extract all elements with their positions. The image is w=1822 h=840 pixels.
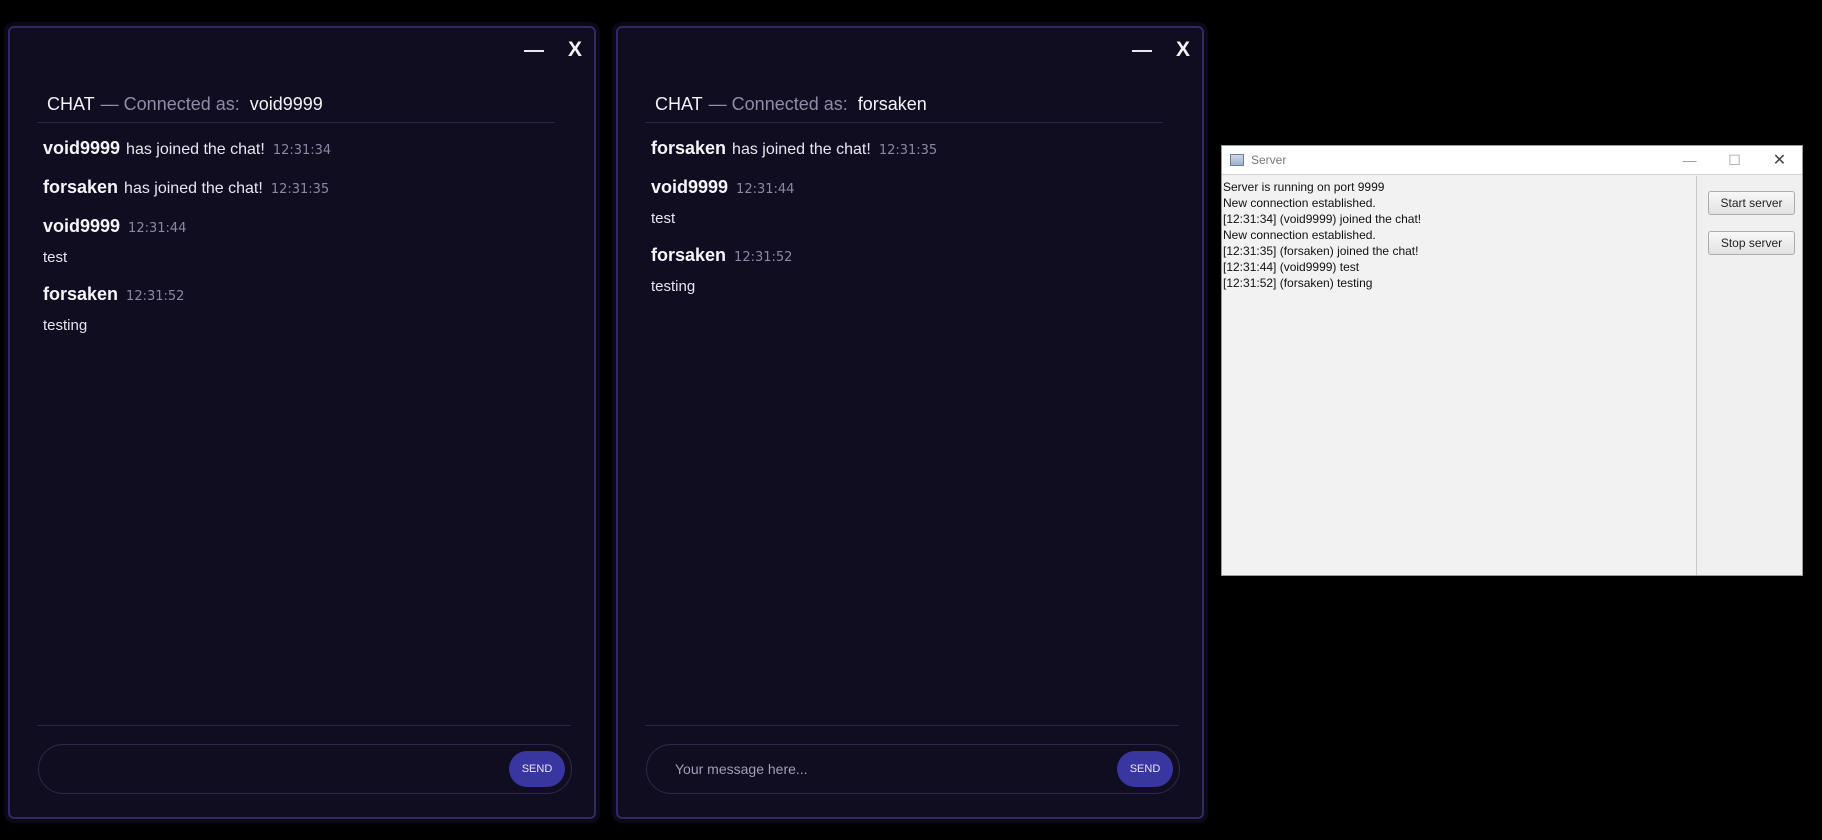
message-item: forsaken 12:31:52 testing [651, 245, 1151, 295]
message-time: 12:31:52 [734, 250, 793, 265]
message-body: test [43, 249, 68, 266]
server-window: Server — ☐ ✕ Server is running on port 9… [1221, 145, 1803, 576]
message-user: void9999 [43, 138, 121, 158]
message-composer: SEND [646, 744, 1180, 794]
log-line: [12:31:35] (forsaken) joined the chat! [1223, 244, 1419, 258]
message-user: forsaken [651, 245, 727, 265]
server-log[interactable]: Server is running on port 9999 New conne… [1222, 176, 1697, 575]
log-line: [12:31:52] (forsaken) testing [1223, 276, 1373, 290]
divider [645, 725, 1179, 726]
message-item: void9999 has joined the chat! 12:31:34 [43, 138, 543, 159]
message-user: void9999 [651, 177, 729, 197]
message-item: void9999 12:31:44 test [651, 177, 1151, 227]
message-user: forsaken [43, 177, 119, 197]
message-time: 12:31:44 [128, 221, 187, 236]
message-user: forsaken [43, 284, 119, 304]
stop-server-button[interactable]: Stop server [1708, 231, 1795, 255]
send-button[interactable]: SEND [509, 751, 565, 787]
log-line: New connection established. [1223, 228, 1376, 242]
message-item: void9999 12:31:44 test [43, 216, 543, 266]
message-system-text: has joined the chat! [124, 180, 263, 197]
message-list: void9999 has joined the chat! 12:31:34 f… [43, 138, 543, 352]
message-item: forsaken has joined the chat! 12:31:35 [43, 177, 543, 198]
close-icon[interactable]: ✕ [1757, 146, 1802, 174]
message-input[interactable] [65, 760, 509, 778]
log-line: New connection established. [1223, 196, 1376, 210]
message-user: forsaken [651, 138, 727, 158]
server-controls: Start server Stop server [1698, 176, 1802, 575]
chat-title: CHAT [655, 94, 703, 114]
minimize-icon[interactable] [523, 50, 544, 52]
divider [37, 725, 571, 726]
chat-title: CHAT [47, 94, 95, 114]
chat-window-void9999: X CHAT — Connected as: void9999 void9999… [8, 26, 596, 819]
minimize-icon[interactable] [1131, 50, 1152, 52]
message-item: forsaken has joined the chat! 12:31:35 [651, 138, 1151, 159]
titlebar-buttons: — ☐ ✕ [1667, 146, 1802, 174]
log-line: [12:31:34] (void9999) joined the chat! [1223, 212, 1422, 226]
message-body: testing [651, 278, 696, 295]
message-body: test [651, 210, 676, 227]
log-line: [12:31:44] (void9999) test [1223, 260, 1360, 274]
message-time: 12:31:44 [736, 182, 795, 197]
message-body: testing [43, 317, 88, 334]
connected-user: void9999 [249, 94, 323, 114]
message-composer: SEND [38, 744, 572, 794]
message-input[interactable] [673, 760, 1117, 778]
connected-as-label: — Connected as: [100, 94, 240, 114]
connected-as-label: — Connected as: [708, 94, 848, 114]
message-time: 12:31:35 [270, 182, 330, 197]
send-button[interactable]: SEND [1117, 751, 1173, 787]
window-controls: X [523, 38, 582, 62]
app-window-icon [1230, 154, 1244, 166]
server-titlebar: Server — ☐ ✕ [1222, 146, 1802, 175]
message-list: forsaken has joined the chat! 12:31:35 v… [651, 138, 1151, 313]
message-system-text: has joined the chat! [126, 141, 265, 158]
server-window-title: Server [1251, 153, 1287, 167]
chat-header: CHAT — Connected as: forsaken [645, 94, 1163, 123]
maximize-icon[interactable]: ☐ [1712, 146, 1757, 174]
chat-window-forsaken: X CHAT — Connected as: forsaken forsaken… [616, 26, 1204, 819]
message-item: forsaken 12:31:52 testing [43, 284, 543, 334]
connected-user: forsaken [857, 94, 927, 114]
chat-header: CHAT — Connected as: void9999 [37, 94, 555, 123]
message-system-text: has joined the chat! [732, 141, 871, 158]
close-icon[interactable]: X [1176, 38, 1190, 62]
message-user: void9999 [43, 216, 121, 236]
window-controls: X [1131, 38, 1190, 62]
log-line: Server is running on port 9999 [1223, 180, 1385, 194]
message-time: 12:31:52 [126, 289, 185, 304]
close-icon[interactable]: X [568, 38, 582, 62]
minimize-icon[interactable]: — [1667, 146, 1712, 174]
message-time: 12:31:35 [878, 143, 938, 158]
start-server-button[interactable]: Start server [1708, 191, 1795, 215]
message-time: 12:31:34 [272, 143, 332, 158]
